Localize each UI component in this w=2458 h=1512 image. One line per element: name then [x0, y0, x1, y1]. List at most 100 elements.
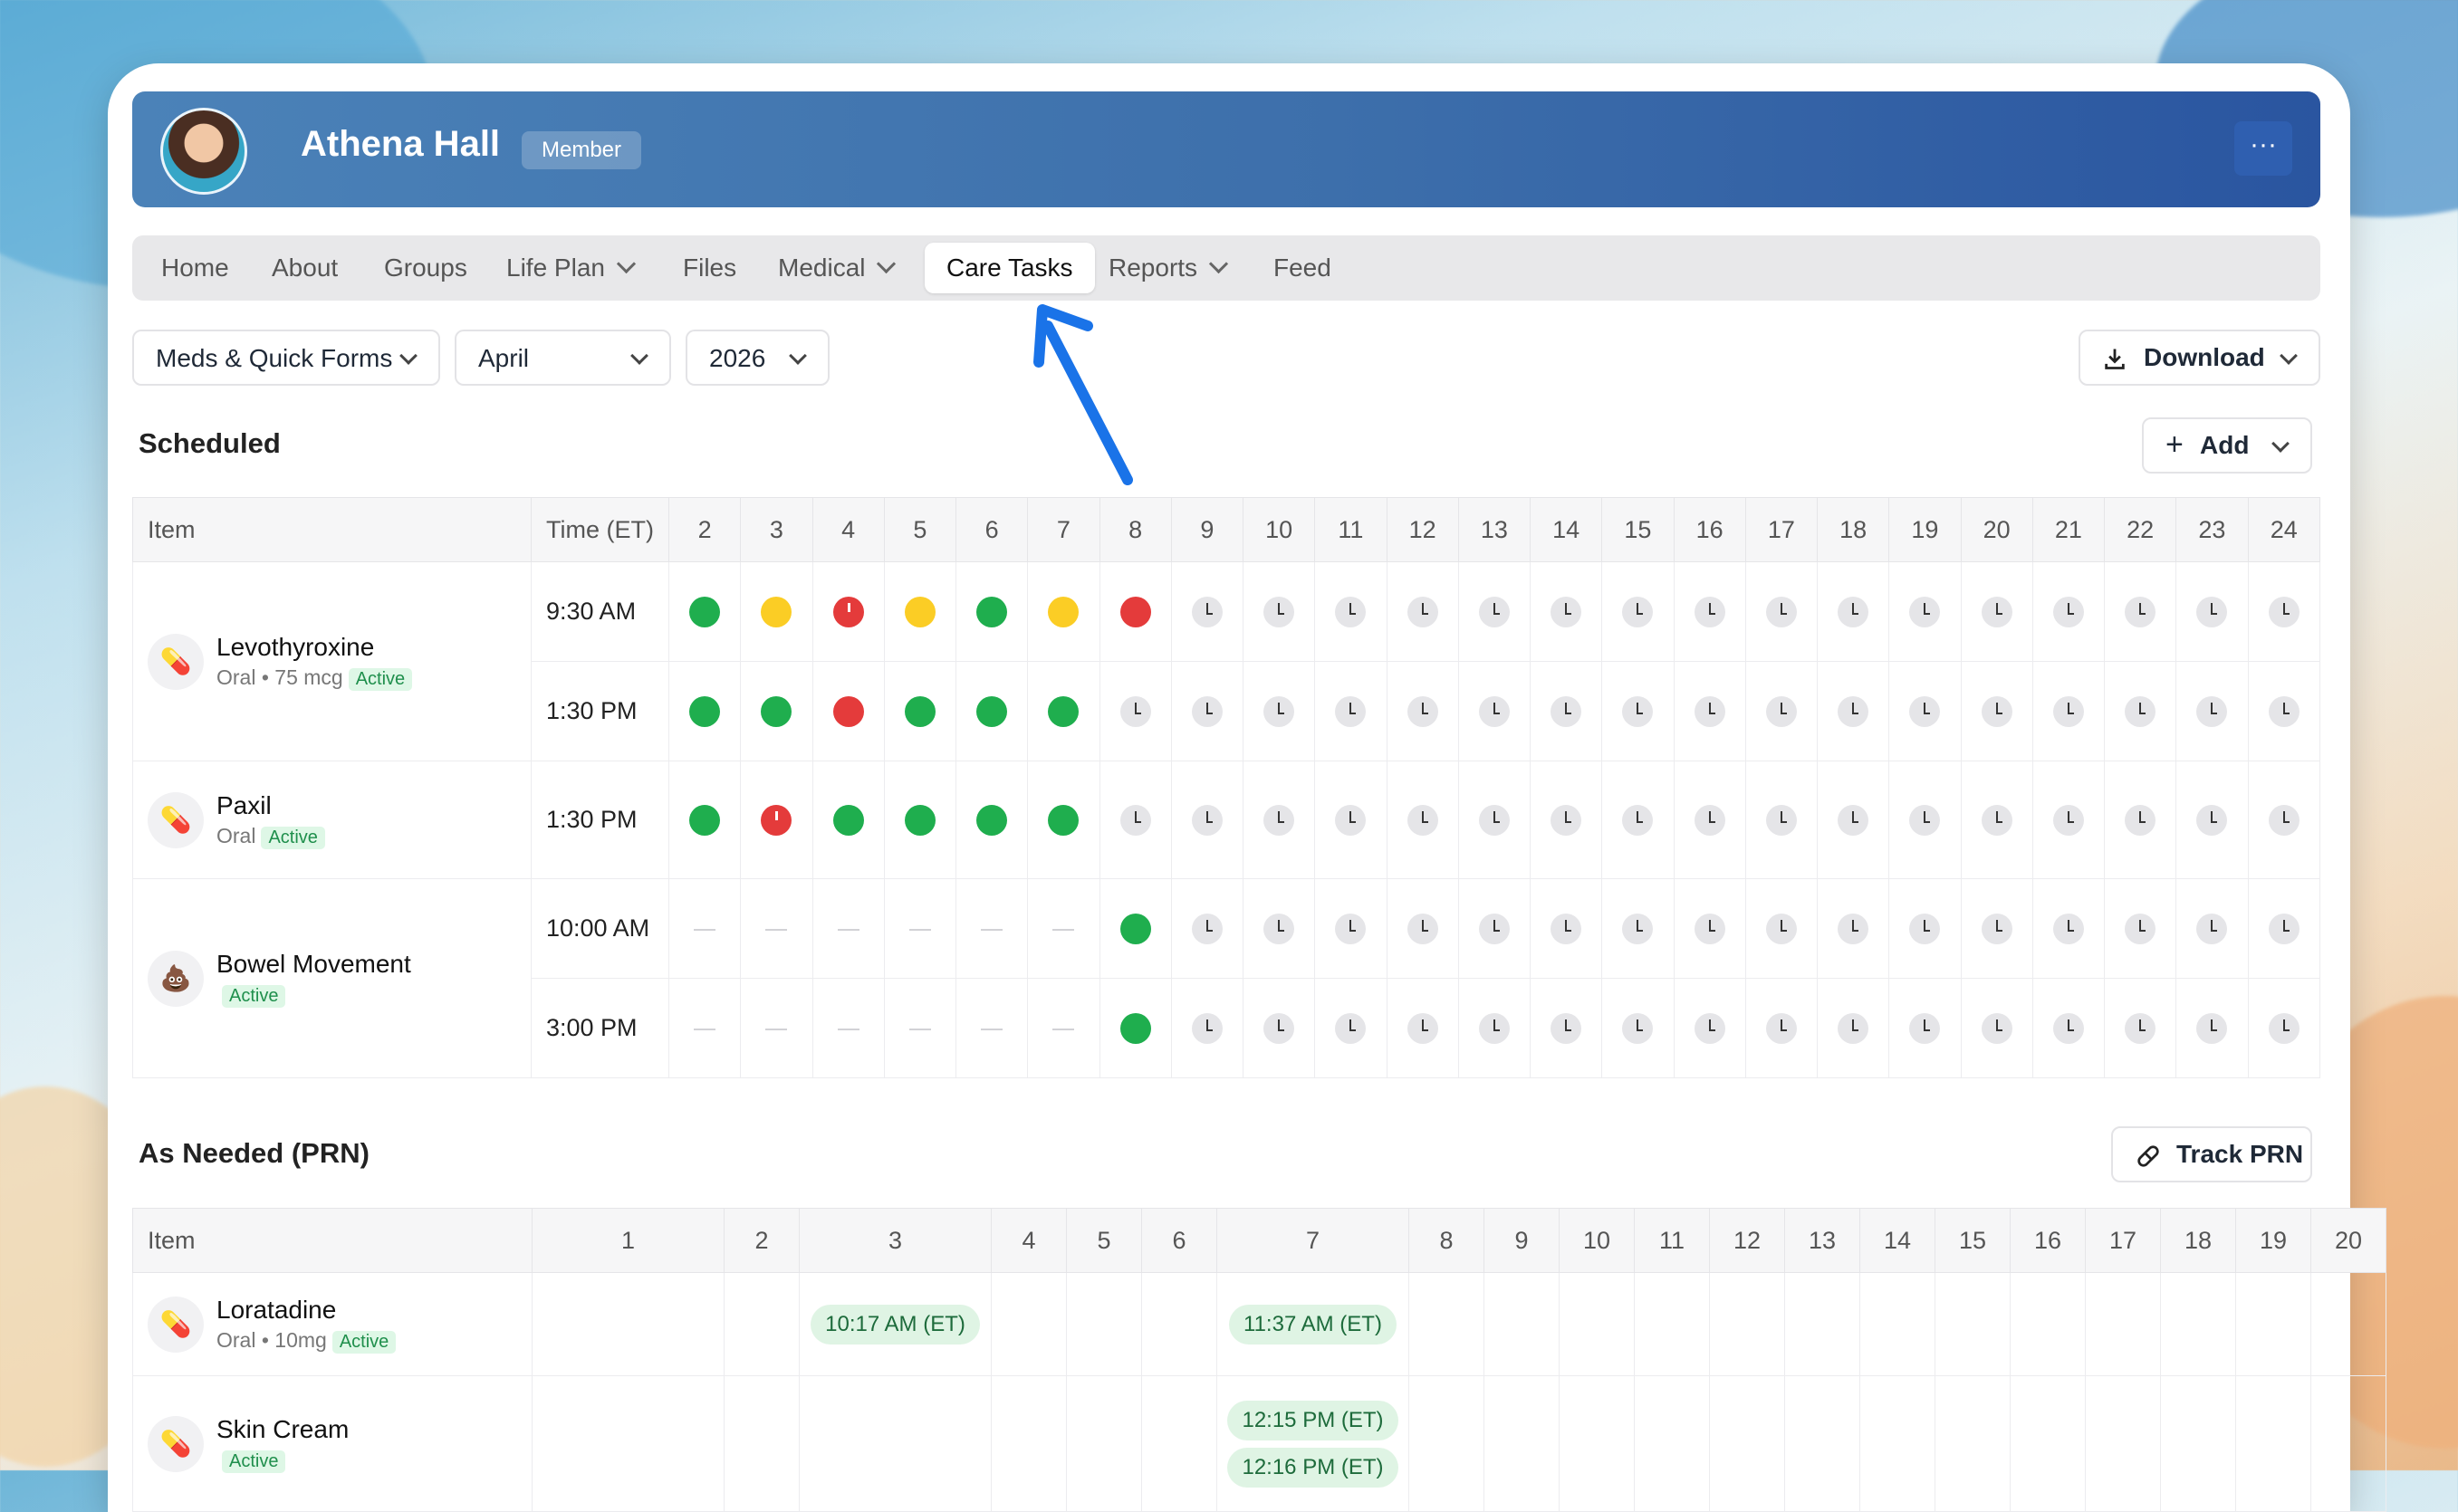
dose-cell[interactable] [955, 761, 1029, 879]
prn-day-cell[interactable] [532, 1272, 725, 1376]
dose-cell[interactable] [1601, 761, 1675, 879]
prn-day-cell[interactable] [1935, 1375, 2011, 1512]
prn-day-cell[interactable] [1709, 1272, 1785, 1376]
tab-home[interactable]: Home [161, 243, 229, 293]
prn-day-cell[interactable] [1559, 1272, 1635, 1376]
dose-cell[interactable] [1099, 761, 1172, 879]
dose-cell[interactable] [1099, 978, 1172, 1078]
prn-day-cell[interactable] [2310, 1272, 2386, 1376]
dose-cell[interactable] [1386, 878, 1459, 979]
dose-cell[interactable] [1242, 761, 1316, 879]
prn-day-cell[interactable] [1784, 1272, 1860, 1376]
prn-day-cell[interactable] [991, 1272, 1067, 1376]
tab-reports[interactable]: Reports [1109, 243, 1229, 293]
prn-day-cell[interactable]: 10:17 AM (ET) [799, 1272, 992, 1376]
dose-cell[interactable] [2247, 661, 2320, 761]
dose-cell[interactable] [1027, 561, 1100, 662]
prn-day-cell[interactable] [1141, 1272, 1217, 1376]
dose-cell[interactable] [740, 561, 813, 662]
track-prn-button[interactable]: Track PRN [2111, 1126, 2312, 1182]
dose-cell[interactable] [1027, 978, 1100, 1078]
dose-cell[interactable] [1242, 561, 1316, 662]
prn-day-cell[interactable] [2085, 1272, 2161, 1376]
tab-groups[interactable]: Groups [384, 243, 467, 293]
dose-cell[interactable] [667, 661, 742, 761]
dose-cell[interactable] [1673, 878, 1746, 979]
dose-cell[interactable] [883, 761, 957, 879]
dose-cell[interactable] [1960, 761, 2033, 879]
dose-cell[interactable] [1960, 561, 2033, 662]
dose-cell[interactable] [883, 561, 957, 662]
prn-day-cell[interactable] [1066, 1272, 1142, 1376]
dose-cell[interactable] [1027, 878, 1100, 979]
dose-cell[interactable] [883, 978, 957, 1078]
prn-day-cell[interactable] [724, 1375, 800, 1512]
dose-cell[interactable] [955, 661, 1029, 761]
dose-cell[interactable] [1457, 661, 1531, 761]
dose-cell[interactable] [1744, 978, 1819, 1078]
dose-cell[interactable] [955, 878, 1029, 979]
dose-cell[interactable] [2247, 561, 2320, 662]
dose-cell[interactable] [955, 978, 1029, 1078]
dose-cell[interactable] [1888, 978, 1962, 1078]
item-cell[interactable]: 💩 Bowel Movement Active [132, 878, 532, 1078]
dose-cell[interactable] [667, 761, 742, 879]
item-cell[interactable]: 💊 Paxil Oral Active [132, 761, 532, 879]
dose-cell[interactable] [1601, 661, 1675, 761]
prn-day-cell[interactable] [532, 1375, 725, 1512]
dose-cell[interactable] [811, 761, 885, 879]
dose-cell[interactable] [811, 561, 885, 662]
dose-cell[interactable] [1744, 761, 1819, 879]
tab-care-tasks[interactable]: Care Tasks [925, 243, 1095, 293]
dose-cell[interactable] [1386, 761, 1459, 879]
dose-cell[interactable] [1888, 761, 1962, 879]
dose-cell[interactable] [811, 878, 885, 979]
dose-cell[interactable] [1314, 661, 1387, 761]
dose-cell[interactable] [1027, 761, 1100, 879]
dose-cell[interactable] [1816, 561, 1890, 662]
prn-entry[interactable]: 12:16 PM (ET) [1227, 1447, 1398, 1488]
dose-cell[interactable] [2175, 761, 2249, 879]
dose-cell[interactable] [1960, 978, 2033, 1078]
dose-cell[interactable] [2175, 661, 2249, 761]
dose-cell[interactable] [1314, 978, 1387, 1078]
dose-cell[interactable] [1457, 878, 1531, 979]
dose-cell[interactable] [1816, 878, 1890, 979]
tab-feed[interactable]: Feed [1273, 243, 1331, 293]
dose-cell[interactable] [2103, 661, 2177, 761]
dose-cell[interactable] [1386, 661, 1459, 761]
dose-cell[interactable] [2031, 761, 2106, 879]
dose-cell[interactable] [1170, 661, 1244, 761]
dose-cell[interactable] [1601, 561, 1675, 662]
dose-cell[interactable] [667, 878, 742, 979]
tab-about[interactable]: About [272, 243, 338, 293]
dose-cell[interactable] [2103, 978, 2177, 1078]
prn-day-cell[interactable]: 12:15 PM (ET) 12:16 PM (ET) [1216, 1375, 1409, 1512]
prn-day-cell[interactable] [2010, 1375, 2086, 1512]
download-button[interactable]: Download [2079, 330, 2320, 386]
dose-cell[interactable] [2247, 878, 2320, 979]
dose-cell[interactable] [1601, 978, 1675, 1078]
dose-cell[interactable] [1744, 661, 1819, 761]
dose-cell[interactable] [1960, 661, 2033, 761]
dose-cell[interactable] [1529, 661, 1603, 761]
dose-cell[interactable] [1673, 661, 1746, 761]
dose-cell[interactable] [1457, 978, 1531, 1078]
more-options-button[interactable]: ··· [2234, 121, 2292, 176]
dose-cell[interactable] [740, 661, 813, 761]
dose-cell[interactable] [1529, 561, 1603, 662]
dose-cell[interactable] [1888, 661, 1962, 761]
dose-cell[interactable] [1816, 978, 1890, 1078]
month-select[interactable]: April [455, 330, 671, 386]
prn-day-cell[interactable] [1935, 1272, 2011, 1376]
dose-cell[interactable] [740, 761, 813, 879]
dose-cell[interactable] [667, 978, 742, 1078]
prn-day-cell[interactable] [1634, 1375, 1710, 1512]
prn-day-cell[interactable] [2160, 1272, 2236, 1376]
dose-cell[interactable] [1242, 661, 1316, 761]
dose-cell[interactable] [883, 878, 957, 979]
dose-cell[interactable] [2031, 661, 2106, 761]
dose-cell[interactable] [2175, 978, 2249, 1078]
dose-cell[interactable] [1242, 878, 1316, 979]
dose-cell[interactable] [1960, 878, 2033, 979]
